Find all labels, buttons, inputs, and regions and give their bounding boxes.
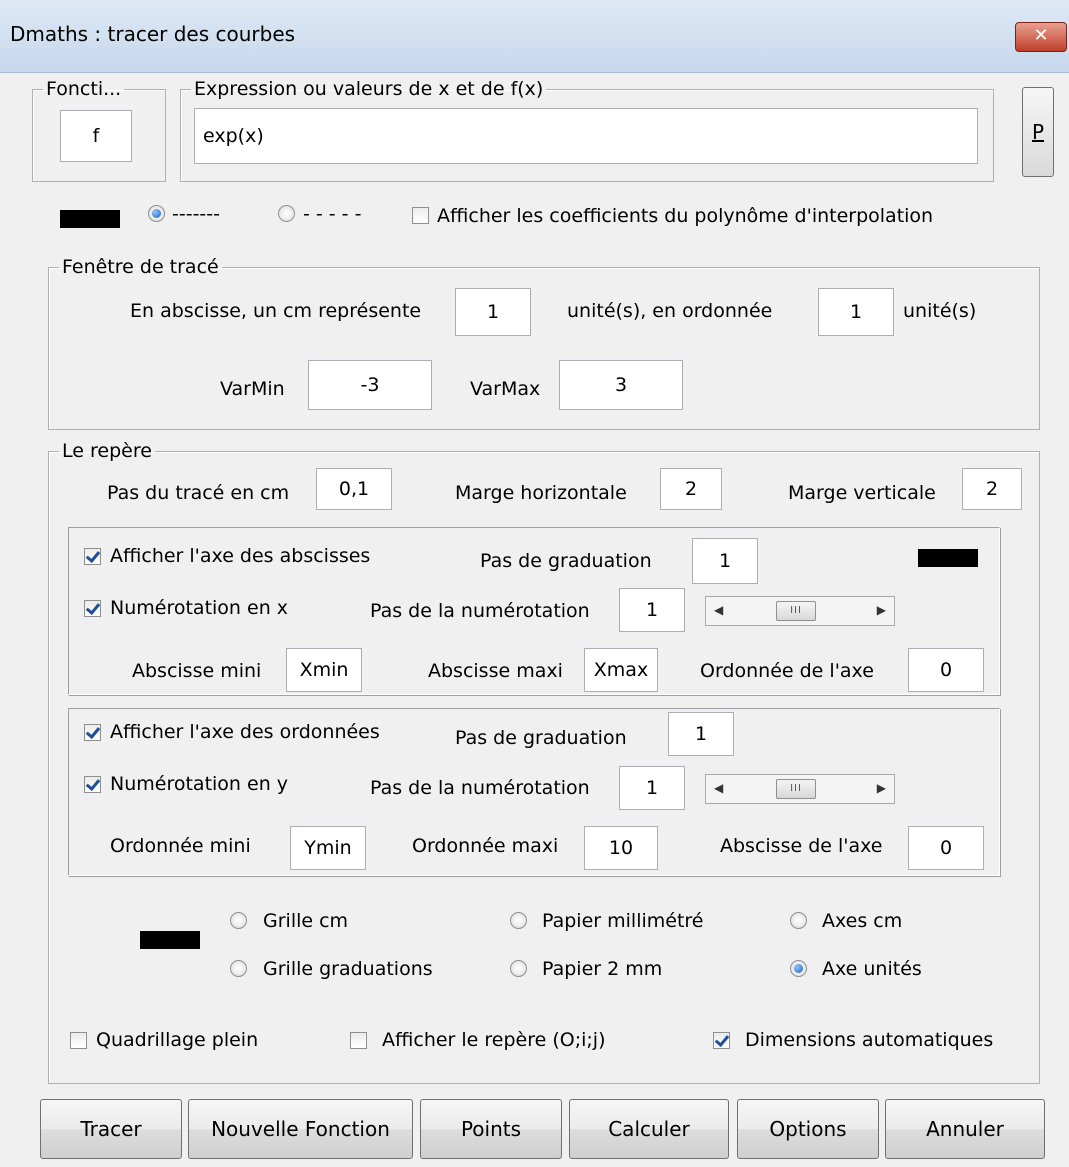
show-y-axis-checkbox[interactable] xyxy=(84,724,101,741)
axe-unites-label: Axe unités xyxy=(822,958,922,980)
pas-trace-input[interactable]: 0,1 xyxy=(316,468,392,510)
fenetre-legend: Fenêtre de tracé xyxy=(62,256,219,278)
afficher-repere-label: Afficher le repère (O;i;j) xyxy=(382,1029,606,1051)
papier-2mm-label: Papier 2 mm xyxy=(542,958,663,980)
quadrillage-label: Quadrillage plein xyxy=(96,1029,259,1051)
abscisse-mini-input[interactable]: Xmin xyxy=(286,648,362,692)
show-coeffs-checkbox[interactable] xyxy=(412,207,429,224)
ordonnee-axe-input[interactable]: 0 xyxy=(908,648,984,692)
show-x-axis-label: Afficher l'axe des abscisses xyxy=(110,545,371,567)
tracer-button[interactable]: Tracer xyxy=(40,1099,182,1159)
axes-cm-radio[interactable] xyxy=(790,912,807,929)
afficher-repere-checkbox[interactable] xyxy=(350,1032,367,1049)
dimensions-auto-checkbox[interactable] xyxy=(713,1032,730,1049)
calculer-button[interactable]: Calculer xyxy=(569,1099,729,1159)
ordonnee-mini-label: Ordonnée mini xyxy=(110,835,251,857)
abscisse-axe-label: Abscisse de l'axe xyxy=(720,835,883,857)
ordonnee-mini-input[interactable]: Ymin xyxy=(290,826,366,870)
abscisse-mini-label: Abscisse mini xyxy=(132,660,262,682)
close-button[interactable]: ✕ xyxy=(1015,22,1067,52)
ordonnee-axe-label: Ordonnée de l'axe xyxy=(700,660,874,682)
abscisse-axe-input[interactable]: 0 xyxy=(908,826,984,870)
scroll-thumb[interactable]: III xyxy=(776,601,816,621)
scroll-left-arrow-icon[interactable]: ◀ xyxy=(714,603,723,617)
axe-unites-radio[interactable] xyxy=(790,960,807,977)
show-x-axis-checkbox[interactable] xyxy=(84,548,101,565)
abscisse-maxi-input[interactable]: Xmax xyxy=(584,648,658,692)
solid-line-radio[interactable] xyxy=(148,205,165,222)
y-num-scrollbar[interactable]: ◀ III ▶ xyxy=(705,774,895,804)
marge-verticale-label: Marge verticale xyxy=(788,482,936,504)
fonction-name-input[interactable]: f xyxy=(60,110,132,162)
y-numbering-label: Numérotation en y xyxy=(110,773,289,795)
y-num-step-label: Pas de la numérotation xyxy=(370,777,590,799)
scroll-left-arrow-icon[interactable]: ◀ xyxy=(714,781,723,795)
x-numbering-label: Numérotation en x xyxy=(110,597,289,619)
grille-cm-label: Grille cm xyxy=(263,910,349,932)
axes-cm-label: Axes cm xyxy=(822,910,903,932)
abscisse-scale-label: En abscisse, un cm représente xyxy=(130,300,422,322)
y-grad-input[interactable]: 1 xyxy=(668,712,734,756)
show-y-axis-label: Afficher l'axe des ordonnées xyxy=(110,721,380,743)
show-coeffs-label: Afficher les coefficients du polynôme d'… xyxy=(437,205,934,227)
marge-horizontale-label: Marge horizontale xyxy=(455,482,627,504)
p-button[interactable]: P xyxy=(1022,87,1054,177)
window-title: Dmaths : tracer des courbes xyxy=(10,22,296,46)
x-grad-input[interactable]: 1 xyxy=(692,538,758,584)
varmax-label: VarMax xyxy=(470,378,541,400)
ordonnee-maxi-label: Ordonnée maxi xyxy=(412,835,559,857)
points-button[interactable]: Points xyxy=(420,1099,562,1159)
fonction-legend: Foncti... xyxy=(46,78,122,100)
annuler-button[interactable]: Annuler xyxy=(885,1099,1045,1159)
curve-color-swatch[interactable] xyxy=(60,210,120,228)
scroll-thumb[interactable]: III xyxy=(776,779,816,799)
expression-legend: Expression ou valeurs de x et de f(x) xyxy=(194,78,544,100)
y-grad-label: Pas de graduation xyxy=(455,727,627,749)
solid-line-label: ------- xyxy=(172,203,220,225)
papier-mm-radio[interactable] xyxy=(510,912,527,929)
expression-input[interactable]: exp(x) xyxy=(194,108,978,164)
pas-trace-label: Pas du tracé en cm xyxy=(107,482,290,504)
marge-horizontale-input[interactable]: 2 xyxy=(660,468,722,510)
abscisse-scale-input[interactable]: 1 xyxy=(455,288,531,336)
grid-color-swatch[interactable] xyxy=(140,931,200,949)
y-num-step-input[interactable]: 1 xyxy=(619,766,685,810)
varmin-label: VarMin xyxy=(220,378,285,400)
options-button[interactable]: Options xyxy=(737,1099,879,1159)
x-numbering-checkbox[interactable] xyxy=(84,600,101,617)
nouvelle-fonction-button[interactable]: Nouvelle Fonction xyxy=(188,1099,413,1159)
varmin-input[interactable]: -3 xyxy=(308,360,432,410)
x-num-scrollbar[interactable]: ◀ III ▶ xyxy=(705,596,895,626)
unit-label: unité(s) xyxy=(903,300,977,322)
marge-verticale-input[interactable]: 2 xyxy=(962,468,1022,510)
fenetre-group: Fenêtre de tracé xyxy=(48,256,1040,430)
papier-mm-label: Papier millimétré xyxy=(542,910,704,932)
scroll-right-arrow-icon[interactable]: ▶ xyxy=(877,603,886,617)
quadrillage-checkbox[interactable] xyxy=(70,1032,87,1049)
scroll-right-arrow-icon[interactable]: ▶ xyxy=(877,781,886,795)
x-num-step-input[interactable]: 1 xyxy=(619,588,685,632)
grille-graduations-label: Grille graduations xyxy=(263,958,433,980)
repere-legend: Le repère xyxy=(62,440,152,462)
ordonnee-maxi-input[interactable]: 10 xyxy=(584,826,658,870)
abscisse-maxi-label: Abscisse maxi xyxy=(428,660,563,682)
varmax-input[interactable]: 3 xyxy=(559,360,683,410)
y-numbering-checkbox[interactable] xyxy=(84,776,101,793)
papier-2mm-radio[interactable] xyxy=(510,960,527,977)
x-num-step-label: Pas de la numérotation xyxy=(370,600,590,622)
dashed-line-label: - - - - - xyxy=(303,203,362,225)
x-axis-color-swatch[interactable] xyxy=(918,549,978,567)
grille-cm-radio[interactable] xyxy=(230,912,247,929)
ordonnee-scale-label: unité(s), en ordonnée xyxy=(567,300,773,322)
x-grad-label: Pas de graduation xyxy=(480,550,652,572)
ordonnee-scale-input[interactable]: 1 xyxy=(818,288,894,336)
dimensions-auto-label: Dimensions automatiques xyxy=(745,1029,994,1051)
grille-graduations-radio[interactable] xyxy=(230,960,247,977)
dashed-line-radio[interactable] xyxy=(278,205,295,222)
